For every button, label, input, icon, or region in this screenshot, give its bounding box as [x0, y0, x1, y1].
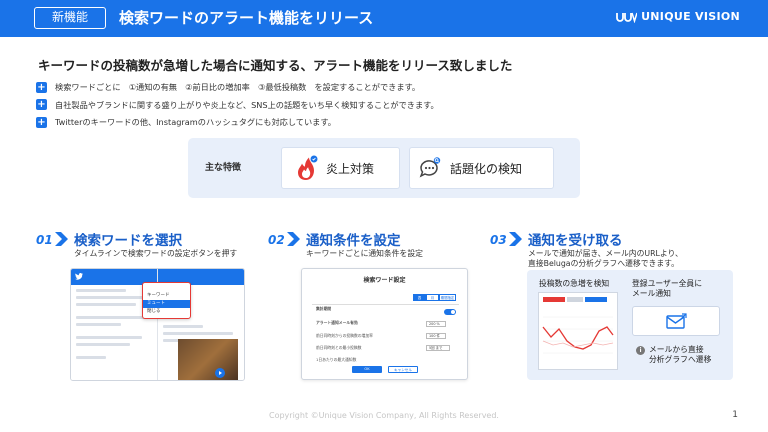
- chat-search-icon: [419, 157, 441, 178]
- bullet-text: 自社製品やブランドに関する盛り上がりや炎上など、SNS上の話題をいち早く検知する…: [55, 99, 439, 110]
- feature-label: 炎上対策: [326, 161, 375, 176]
- company-logo: UNIQUE VISION: [615, 10, 740, 23]
- step-title: 検索ワードを選択: [74, 233, 182, 249]
- step-arrow-icon: [55, 232, 68, 246]
- plus-icon: +: [36, 81, 47, 93]
- feature-card-flame: 炎上対策: [281, 147, 400, 189]
- menu-item-close[interactable]: 閉じる: [143, 308, 190, 316]
- step-arrow-icon: [287, 232, 300, 246]
- list-item: + Twitterのキーワードの他、Instagramのハッシュタグにも対応して…: [36, 114, 439, 130]
- timeline-screenshot: キーワード ミュート 閉じる: [70, 268, 245, 381]
- note-line1: メールから直接: [649, 345, 704, 354]
- dialog-title: 検索ワード設定: [363, 277, 406, 284]
- menu-item-keyword[interactable]: キーワード: [143, 292, 190, 300]
- step-subtitle: キーワードごとに通知条件を設定: [306, 249, 423, 258]
- copyright: Copyright ©Unique Vision Company, All Ri…: [269, 411, 499, 420]
- info-icon: i: [636, 346, 645, 355]
- plus-icon: +: [36, 116, 47, 128]
- segment-month[interactable]: 月: [426, 294, 439, 301]
- list-item: + 自社製品やブランドに関する盛り上がりや炎上など、SNS上の話題をいち早く検知…: [36, 97, 439, 113]
- features-panel: 主な特徴 炎上対策 話題化の検知: [188, 138, 580, 198]
- header-bar: 新機能 検索ワードのアラート機能をリリース UNIQUE VISION: [0, 0, 768, 37]
- max-notify-select[interactable]: 5回 まで: [426, 345, 450, 351]
- new-feature-badge: 新機能: [34, 7, 106, 29]
- mail-notification-card: [632, 306, 720, 336]
- step-title: 通知を受け取る: [528, 233, 623, 249]
- step-number: 03: [490, 233, 507, 247]
- list-item: + 検索ワードごとに ①通知の有無 ②前日比の増加率 ③最低投稿数 を設定するこ…: [36, 79, 439, 95]
- page-number: 1: [732, 410, 738, 420]
- step-subtitle-line2: 直接Belugaの分析グラフへ遷移できます。: [528, 259, 679, 268]
- trend-line-icon: [542, 316, 614, 354]
- bullet-text: Twitterのキーワードの他、Instagramのハッシュタグにも対応していま…: [55, 117, 336, 127]
- cancel-button[interactable]: キャンセル: [388, 366, 418, 373]
- notification-panel: 投稿数の急増を検知 登録ユーザー全員に メール通知 i メールから直接 分析グラ…: [527, 270, 733, 380]
- step-subtitle: タイムラインで検索ワードの設定ボタンを押す: [74, 249, 238, 258]
- chart-label: 投稿数の急増を検知: [539, 279, 610, 288]
- headline: キーワードの投稿数が急増した場合に通知する、アラート機能をリリース致しました: [38, 58, 513, 73]
- fire-icon: [298, 155, 318, 180]
- mail-icon: [666, 313, 687, 329]
- plus-icon: +: [36, 99, 47, 110]
- step-number: 01: [36, 233, 53, 247]
- setting-label: 1日あたりの最大通知数: [316, 357, 357, 362]
- alert-toggle[interactable]: [444, 309, 456, 315]
- bullet-list: + 検索ワードごとに ①通知の有無 ②前日比の増加率 ③最低投稿数 を設定するこ…: [36, 79, 439, 132]
- post-photo: [178, 339, 238, 380]
- increase-rate-input[interactable]: 200 %: [426, 321, 446, 327]
- twitter-bird-icon: [75, 273, 83, 280]
- feature-card-trend: 話題化の検知: [409, 147, 554, 189]
- feature-label: 話題化の検知: [450, 161, 523, 176]
- logo-mark-icon: [616, 12, 638, 23]
- segment-week[interactable]: 週: [413, 294, 426, 301]
- mail-label-line1: 登録ユーザー全員に: [632, 279, 703, 288]
- bullet-text: 検索ワードごとに ①通知の有無 ②前日比の増加率 ③最低投稿数 を設定することが…: [55, 82, 421, 92]
- segment-range[interactable]: 期間指定: [439, 294, 456, 301]
- logo-text: UNIQUE VISION: [641, 10, 740, 23]
- settings-dialog-screenshot: 検索ワード設定 集計期間 週 月 期間指定 アラート通知メール有効 前日同時刻か…: [301, 268, 468, 380]
- keyword-menu-popup[interactable]: キーワード ミュート 閉じる: [142, 282, 191, 319]
- page-title: 検索ワードのアラート機能をリリース: [119, 9, 374, 27]
- step-title: 通知条件を設定: [306, 233, 401, 249]
- step-number: 02: [268, 233, 285, 247]
- features-label: 主な特徴: [205, 163, 242, 173]
- menu-item-mute[interactable]: ミュート: [143, 300, 190, 308]
- ok-button[interactable]: OK: [352, 366, 382, 373]
- note-line2: 分析グラフへ遷移: [649, 355, 712, 364]
- min-posts-input[interactable]: 100 件: [426, 333, 446, 339]
- play-icon[interactable]: [215, 368, 225, 378]
- step-arrow-icon: [509, 232, 522, 246]
- post-trend-chart: [538, 292, 618, 370]
- mail-label-line2: メール通知: [632, 289, 671, 298]
